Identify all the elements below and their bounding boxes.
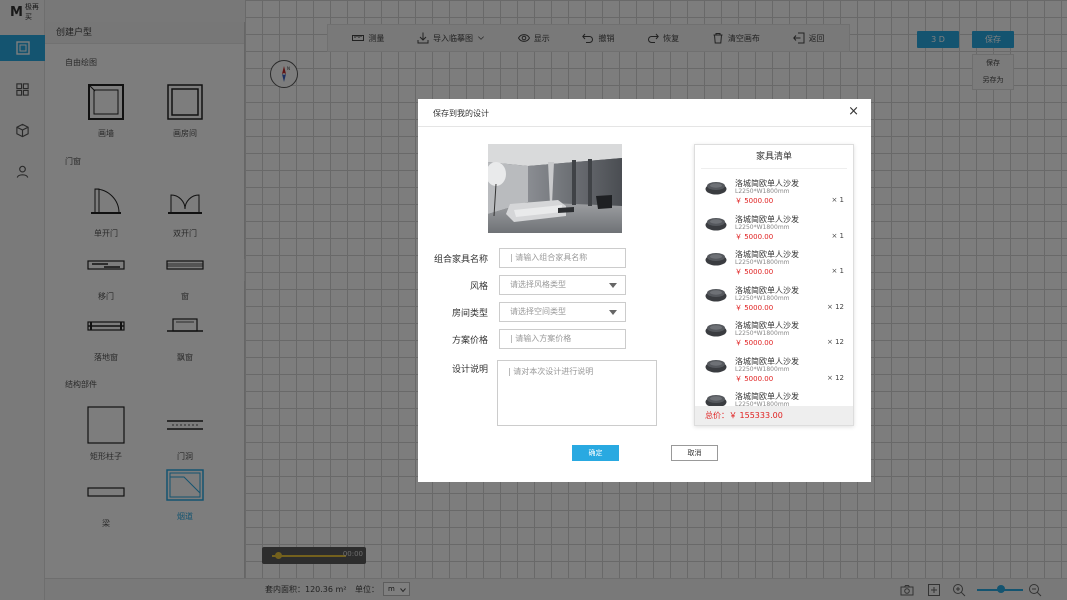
item-quantity: × 1: [831, 196, 844, 204]
cancel-button[interactable]: 取消: [671, 445, 718, 461]
item-dimensions: L2250*W1800mm: [735, 259, 790, 266]
description-label: 设计说明: [451, 365, 488, 375]
room-type-label: 房间类型: [451, 309, 488, 319]
caret-down-icon: [609, 283, 617, 288]
item-price: ￥ 5000.00: [735, 232, 774, 241]
sofa-thumbnail: [705, 395, 727, 406]
item-quantity: × 12: [827, 373, 844, 382]
sofa-thumbnail: [705, 288, 727, 301]
item-price: ￥ 5000.00: [735, 339, 774, 347]
furniture-list: 家具清单 洛城简欧单人沙发 L2250*W1800mm ￥ 5000.00 × 1 洛城…: [694, 144, 854, 426]
item-price: ￥ 5000.00: [735, 374, 774, 383]
style-label: 风格: [469, 282, 488, 292]
close-icon[interactable]: ×: [848, 105, 859, 119]
furniture-list-item[interactable]: 洛城简欧单人沙发 L2250*W1800mm ￥ 5000.00 × 12: [695, 278, 853, 314]
design-preview-image: [488, 144, 622, 233]
furniture-list-title: 家具清单: [701, 145, 847, 169]
item-price: ￥ 5000.00: [735, 197, 774, 205]
item-quantity: × 12: [827, 338, 844, 346]
room-type-select[interactable]: 请选择空间类型: [499, 302, 626, 322]
sofa-thumbnail: [705, 182, 727, 195]
sofa-thumbnail: [705, 324, 727, 337]
dialog-title: 保存到我的设计: [433, 109, 489, 118]
item-quantity: × 1: [831, 267, 844, 275]
save-design-dialog: 保存到我的设计 × 组合家具名称 | 请输入组合家具名称 风格 请选择风格类型 …: [418, 99, 871, 482]
dialog-header: 保存到我的设计 ×: [418, 99, 871, 127]
item-price: ￥ 5000.00: [735, 303, 774, 312]
sofa-thumbnail: [705, 253, 727, 266]
furniture-list-item[interactable]: 洛城简欧单人沙发 L2250*W1800mm: [695, 384, 853, 406]
item-dimensions: L2250*W1800mm: [735, 188, 790, 195]
price-label: 方案价格: [451, 336, 488, 346]
combo-name-label: 组合家具名称: [433, 255, 488, 265]
furniture-list-item[interactable]: 洛城简欧单人沙发 L2250*W1800mm ￥ 5000.00 × 1: [695, 242, 853, 278]
furniture-list-item[interactable]: 洛城简欧单人沙发 L2250*W1800mm ￥ 5000.00 × 1: [695, 171, 853, 207]
furniture-total: 总价：￥ 155333.00: [695, 406, 853, 425]
style-select[interactable]: 请选择风格类型: [499, 275, 626, 295]
item-dimensions: L2250*W1800mm: [735, 330, 790, 337]
room-type-placeholder: 请选择空间类型: [510, 307, 566, 316]
item-dimensions: L2250*W1800mm: [735, 223, 790, 231]
style-placeholder: 请选择风格类型: [510, 280, 566, 289]
item-dimensions: L2250*W1800mm: [735, 294, 790, 302]
furniture-list-item[interactable]: 洛城简欧单人沙发 L2250*W1800mm ￥ 5000.00 × 1: [695, 207, 853, 243]
furniture-list-scroll[interactable]: 洛城简欧单人沙发 L2250*W1800mm ￥ 5000.00 × 1 洛城简欧单人沙…: [695, 171, 853, 406]
item-quantity: × 12: [827, 302, 844, 311]
price-input[interactable]: | 请输入方案价格: [499, 329, 626, 349]
item-dimensions: L2250*W1800mm: [735, 365, 790, 373]
item-quantity: × 1: [831, 231, 844, 240]
caret-down-icon: [609, 310, 617, 315]
description-textarea[interactable]: | 请对本次设计进行说明: [497, 360, 657, 426]
furniture-list-item[interactable]: 洛城简欧单人沙发 L2250*W1800mm ￥ 5000.00 × 12: [695, 313, 853, 349]
combo-name-input[interactable]: | 请输入组合家具名称: [499, 248, 626, 268]
sofa-thumbnail: [705, 217, 727, 230]
sofa-thumbnail: [705, 359, 727, 372]
item-price: ￥ 5000.00: [735, 268, 774, 276]
confirm-button[interactable]: 确定: [572, 445, 619, 461]
furniture-list-item[interactable]: 洛城简欧单人沙发 L2250*W1800mm ￥ 5000.00 × 12: [695, 349, 853, 385]
